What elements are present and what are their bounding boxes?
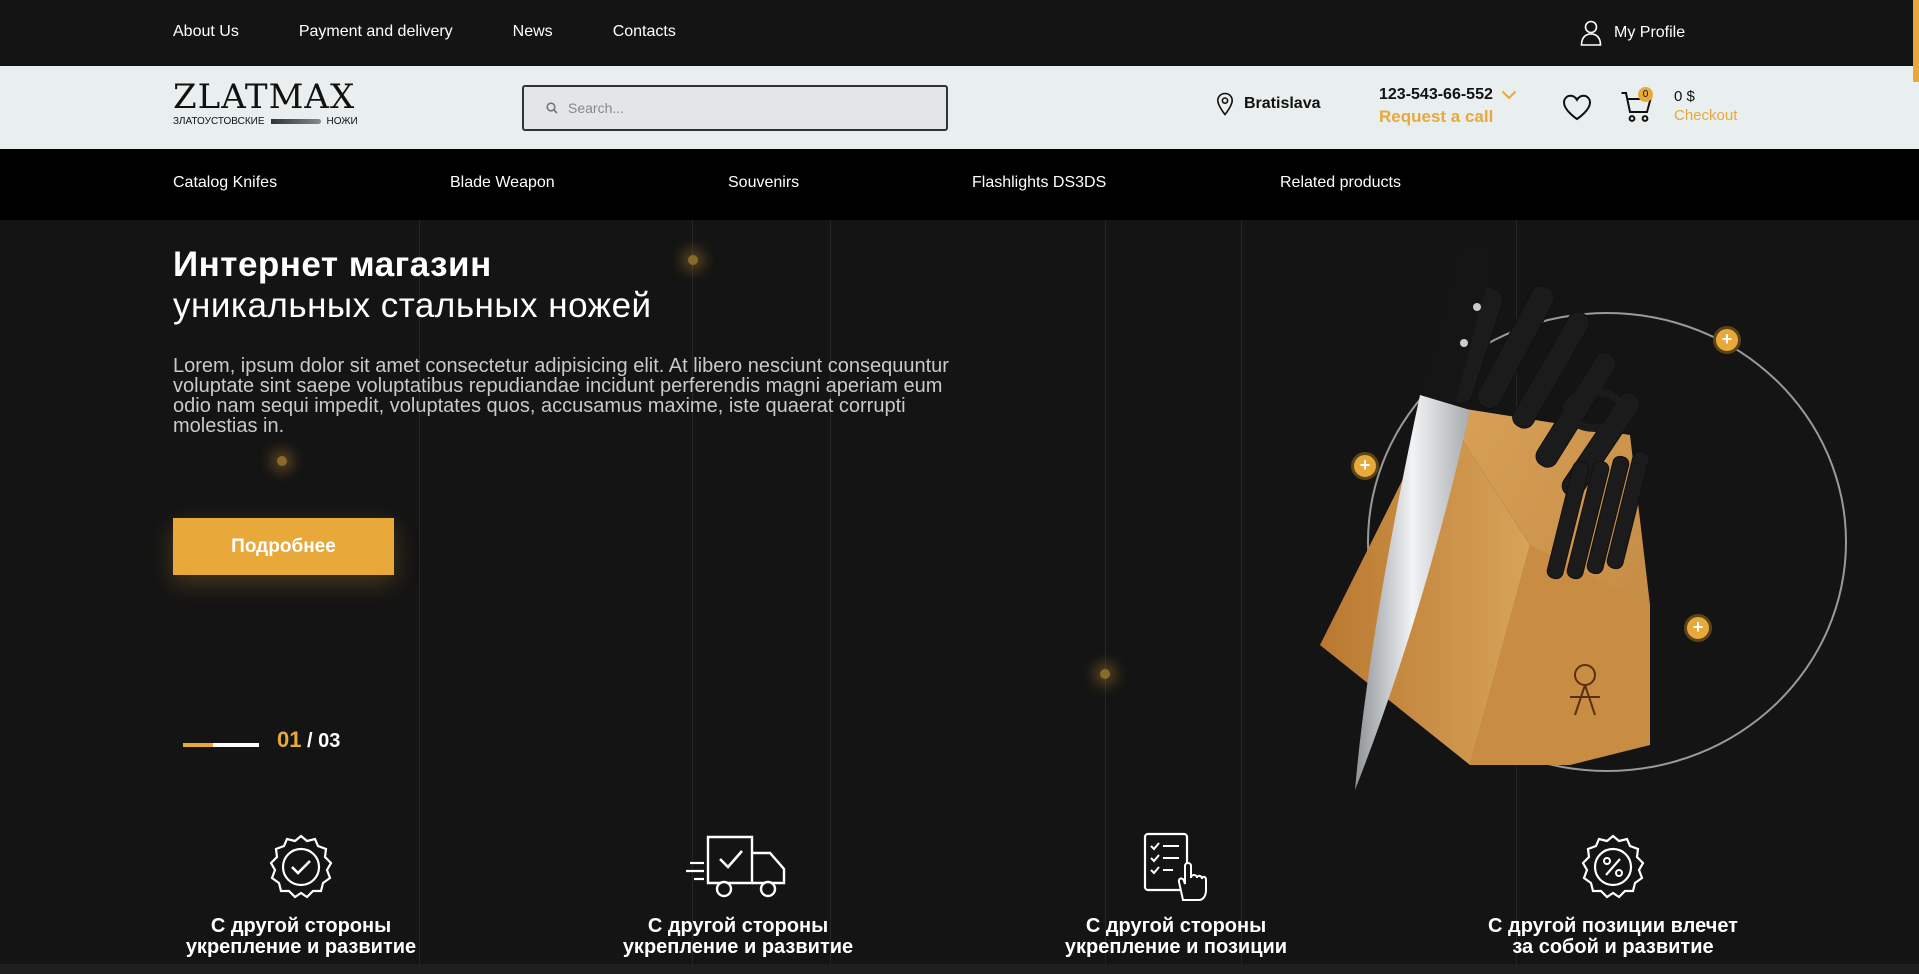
hotspot-plus-icon[interactable]: +: [1713, 326, 1741, 354]
hero-section: Интернет магазин уникальных стальных нож…: [0, 220, 1919, 974]
knife-blade-icon: [270, 119, 321, 124]
phone-number[interactable]: 123-543-66-552: [1379, 86, 1517, 104]
hotspot-plus-icon[interactable]: +: [1351, 452, 1379, 480]
search-input[interactable]: [568, 100, 928, 116]
delivery-truck-icon: [686, 835, 786, 898]
phone-label: 123-543-66-552: [1379, 86, 1493, 103]
cart-info: 0 $ Checkout: [1674, 88, 1737, 124]
logo-subtitle: ЗЛАТОУСТОВСКИЕ НОЖИ: [173, 116, 358, 127]
search-box: [522, 85, 948, 131]
category-nav: Catalog Knifes Blade Weapon Souvenirs Fl…: [0, 149, 1919, 220]
logo-sub-left: ЗЛАТОУСТОВСКИЕ: [173, 116, 265, 127]
badge-check-icon: [269, 834, 333, 899]
top-bar: About Us Payment and delivery News Conta…: [0, 0, 1919, 66]
city-label: Bratislava: [1244, 95, 1321, 112]
hero-title: Интернет магазин: [173, 245, 492, 284]
top-link-about-us[interactable]: About Us: [173, 23, 239, 41]
checkout-link[interactable]: Checkout: [1674, 107, 1737, 124]
slide-current: 01: [277, 727, 302, 752]
slider-progress: [183, 743, 259, 747]
hotspot-plus-icon[interactable]: +: [1684, 614, 1712, 642]
top-nav: About Us Payment and delivery News Conta…: [173, 23, 676, 41]
wishlist-heart-icon[interactable]: [1562, 94, 1592, 121]
feature-item: С другой стороны укрепление и позиции: [1016, 832, 1336, 958]
slide-total: / 03: [307, 730, 341, 752]
user-icon: [1580, 20, 1602, 46]
nav-item-souvenirs[interactable]: Souvenirs: [728, 174, 799, 192]
top-link-news[interactable]: News: [513, 23, 553, 41]
chevron-down-icon[interactable]: [1501, 90, 1517, 100]
checklist-hand-icon: [1143, 832, 1207, 901]
hero-subtitle: уникальных стальных ножей: [173, 286, 652, 325]
knife-block-image: [1320, 246, 1650, 790]
location-pin-icon: [1216, 92, 1234, 116]
discount-badge-icon: [1581, 834, 1645, 899]
logo-text: ZLATMAX: [173, 77, 356, 117]
nav-item-catalog-knifes[interactable]: Catalog Knifes: [173, 174, 277, 192]
feature-item: С другой позиции влечет за собой и разви…: [1453, 832, 1773, 958]
cart-amount: 0 $: [1674, 88, 1695, 105]
feature-title-line2: укрепление и позиции: [1064, 936, 1288, 958]
my-profile-label: My Profile: [1614, 24, 1686, 41]
nav-item-flashlights[interactable]: Flashlights DS3DS: [972, 174, 1106, 192]
nav-item-blade-weapon[interactable]: Blade Weapon: [450, 174, 555, 192]
feature-title-line2: укрепление и развитие: [185, 936, 417, 958]
logo[interactable]: ZLATMAX ЗЛАТОУСТОВСКИЕ НОЖИ: [173, 80, 358, 127]
glow-dot: [688, 255, 698, 265]
top-link-payment-delivery[interactable]: Payment and delivery: [299, 23, 453, 41]
nav-item-related-products[interactable]: Related products: [1280, 174, 1401, 192]
header: ZLATMAX ЗЛАТОУСТОВСКИЕ НОЖИ Bratislava 1…: [0, 66, 1919, 149]
feature-title-line1: С другой стороны: [1085, 915, 1267, 937]
glow-dot: [1100, 669, 1110, 679]
feature-title-line1: С другой стороны: [210, 915, 392, 937]
cart-count-badge: 0: [1638, 87, 1653, 102]
feature-item: С другой стороны укрепление и развитие: [141, 832, 461, 958]
top-link-contacts[interactable]: Contacts: [613, 23, 676, 41]
glow-dot: [277, 456, 287, 466]
feature-title-line1: С другой позиции влечет: [1488, 915, 1738, 937]
slider-progress-fill: [183, 743, 214, 747]
slider-counter: 01 / 03: [277, 727, 340, 753]
phone-block: 123-543-66-552 Request a call: [1379, 86, 1517, 127]
feature-item: С другой стороны укрепление и развитие: [578, 832, 898, 958]
feature-title-line2: за собой и развитие: [1512, 936, 1714, 958]
cart-button[interactable]: 0: [1620, 87, 1654, 129]
hero-description: Lorem, ipsum dolor sit amet consectetur …: [173, 355, 949, 437]
city-selector[interactable]: Bratislava: [1216, 92, 1321, 116]
more-details-button[interactable]: Подробнее: [173, 518, 394, 575]
request-call-link[interactable]: Request a call: [1379, 107, 1517, 127]
page-scrollbar[interactable]: [1913, 0, 1919, 82]
taskbar-strip: [0, 964, 1919, 974]
my-profile-link[interactable]: My Profile: [1580, 20, 1685, 46]
logo-sub-right: НОЖИ: [326, 116, 358, 127]
feature-title-line2: укрепление и развитие: [622, 936, 854, 958]
feature-title-line1: С другой стороны: [647, 915, 829, 937]
search-icon: [546, 102, 558, 114]
